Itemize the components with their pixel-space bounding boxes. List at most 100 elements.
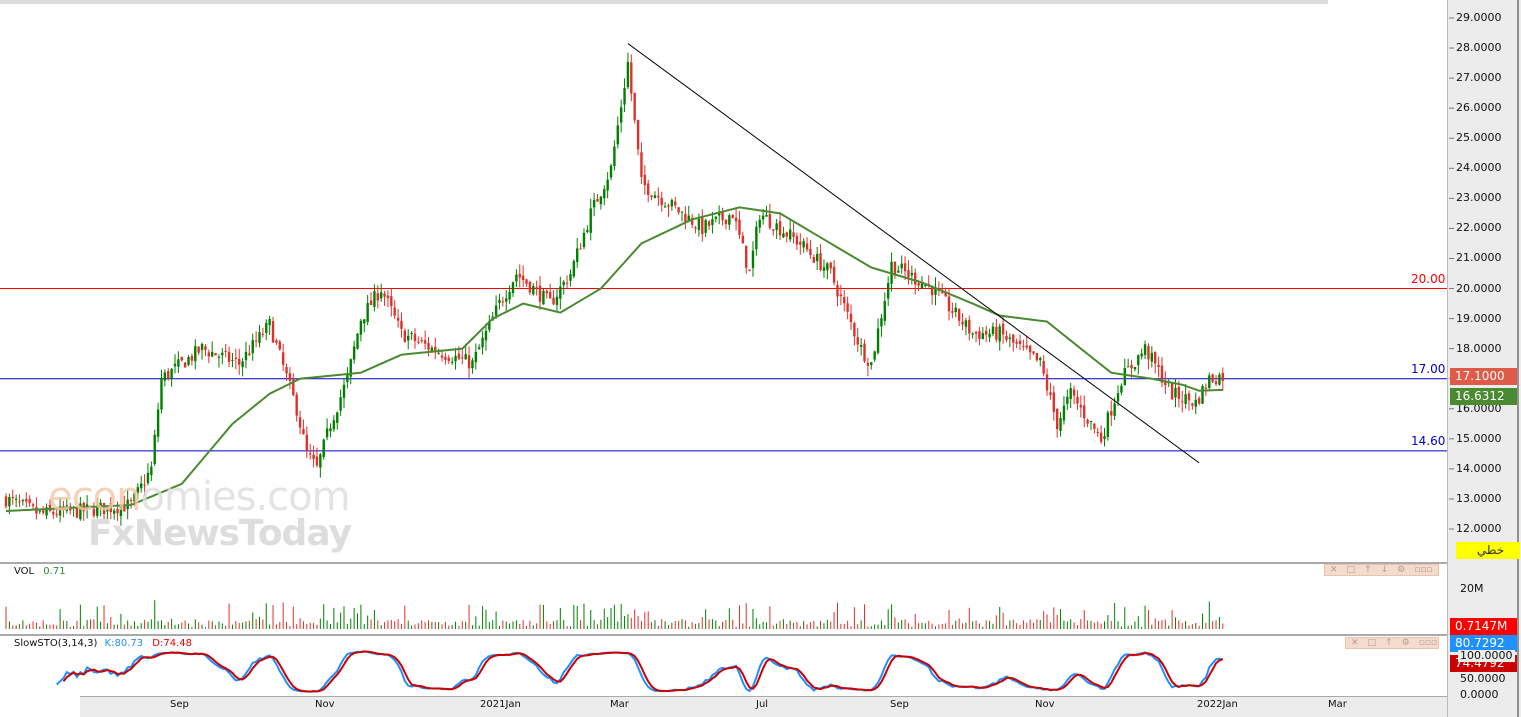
maximize-icon[interactable]: □ <box>1347 565 1356 575</box>
volume-panel-toolbar[interactable]: ✕ □ ↑ ↓ ⚙ ▫▫▫ <box>1324 564 1439 576</box>
arrow-up-icon[interactable]: ↑ <box>1364 565 1372 575</box>
candle-body <box>305 434 309 452</box>
candle-body <box>704 220 707 233</box>
price-axis-label: 21.0000 <box>1456 251 1502 265</box>
candle-body <box>1042 361 1045 374</box>
candle-body <box>880 318 883 327</box>
candle-body <box>11 496 14 499</box>
candle-body <box>268 318 271 326</box>
candle-body <box>241 361 244 368</box>
candle-body <box>829 262 832 269</box>
candle-body <box>633 92 636 121</box>
candle-body <box>623 88 626 105</box>
candle-body <box>278 341 281 350</box>
candle-body <box>41 510 45 513</box>
stoch-title: SlowSTO(3,14,3) K:80.73 D:74.48 <box>14 638 192 649</box>
candle-body <box>265 322 268 333</box>
candle-body <box>427 343 430 350</box>
candle-body <box>271 321 275 343</box>
gear-icon[interactable]: ⚙ <box>1397 565 1405 575</box>
price-chart[interactable] <box>0 0 1521 717</box>
candle-body <box>288 373 292 381</box>
gear-icon[interactable]: ⚙ <box>1402 638 1410 648</box>
candle-body <box>1194 399 1197 407</box>
candle-body <box>474 352 478 363</box>
candle-body <box>826 263 829 271</box>
stoch-axis-0: 0.0000 <box>1460 688 1499 701</box>
candle-body <box>359 320 363 335</box>
candle-body <box>792 232 795 237</box>
candle-body <box>1106 412 1110 437</box>
date-label: Nov <box>1035 699 1055 710</box>
candle-body <box>1093 423 1096 429</box>
candle-body <box>163 372 167 381</box>
candle-body <box>1008 337 1012 339</box>
candle-body <box>437 352 440 354</box>
close-icon[interactable]: ✕ <box>1351 638 1359 648</box>
candle-body <box>579 248 582 250</box>
candle-body <box>897 270 900 273</box>
candle-body <box>160 377 163 410</box>
candle-body <box>1103 436 1106 439</box>
candle-body <box>978 331 981 339</box>
candle-body <box>626 62 630 88</box>
candle-body <box>697 218 701 230</box>
candle-body <box>920 283 924 289</box>
candle-body <box>701 216 704 235</box>
candle-body <box>1177 386 1181 399</box>
candle-body <box>694 227 697 229</box>
candle-body <box>903 263 907 272</box>
candle-body <box>28 499 31 504</box>
candle-body <box>832 266 836 283</box>
candle-body <box>1110 411 1113 416</box>
candle-body <box>961 321 964 325</box>
candle-body <box>281 352 285 365</box>
candle-body <box>603 189 606 199</box>
candle-body <box>619 107 623 123</box>
candle-body <box>1214 381 1218 385</box>
candle-body <box>724 219 728 225</box>
date-label: Sep <box>170 699 189 710</box>
candle-body <box>1174 387 1177 398</box>
more-icon[interactable]: ▫▫▫ <box>1414 565 1432 575</box>
chart-type-button[interactable]: خطي <box>1456 542 1520 559</box>
candle-body <box>505 298 508 302</box>
candle-body <box>802 241 805 248</box>
arrow-down-icon[interactable]: ↓ <box>1381 565 1389 575</box>
candle-body <box>957 308 961 321</box>
candle-body <box>457 353 461 359</box>
candle-body <box>390 296 393 307</box>
candle-body <box>346 374 349 382</box>
candle-body <box>1052 392 1055 412</box>
candle-body <box>670 200 674 207</box>
last-price-tag: 17.1000 <box>1450 368 1517 385</box>
candle-body <box>647 183 650 196</box>
candle-body <box>1001 323 1005 335</box>
candle-body <box>461 357 464 359</box>
candle-body <box>501 301 505 303</box>
candle-body <box>1204 387 1208 389</box>
candle-body <box>302 429 305 435</box>
candle-body <box>995 326 998 340</box>
candle-body <box>258 332 261 343</box>
candle-body <box>1123 368 1126 386</box>
candle-body <box>379 292 383 299</box>
stoch-panel-toolbar[interactable]: ✕ □ ↑ ⚙ ▫▫▫ <box>1345 637 1439 649</box>
candle-body <box>853 323 856 337</box>
candle-body <box>1147 346 1150 360</box>
candle-body <box>1133 367 1137 370</box>
candle-body <box>454 355 457 362</box>
candle-body <box>420 340 423 342</box>
more-icon[interactable]: ▫▫▫ <box>1419 638 1437 648</box>
maximize-icon[interactable]: □ <box>1368 638 1377 648</box>
candle-body <box>667 205 670 207</box>
candle-body <box>244 351 248 361</box>
candle-body <box>873 351 876 360</box>
candle-body <box>795 236 799 245</box>
candle-body <box>941 292 944 294</box>
candle-body <box>1099 432 1103 442</box>
candle-body <box>366 303 369 322</box>
candle-body <box>1201 385 1204 404</box>
close-icon[interactable]: ✕ <box>1330 565 1338 575</box>
arrow-up-icon[interactable]: ↑ <box>1385 638 1393 648</box>
